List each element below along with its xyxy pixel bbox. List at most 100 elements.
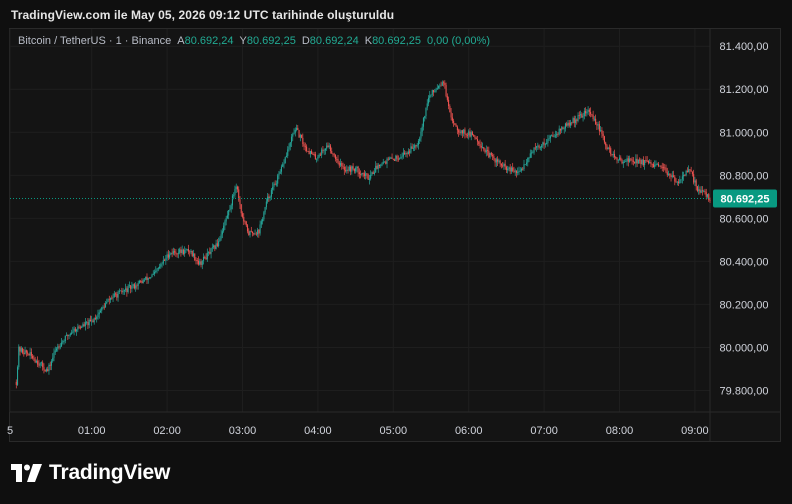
candle-body: [167, 254, 169, 258]
candle-body: [473, 134, 475, 137]
candle-body: [699, 189, 701, 193]
candle-body: [68, 334, 70, 337]
candle-body: [220, 234, 222, 239]
candle-body: [96, 317, 98, 319]
candle-body: [145, 276, 147, 280]
candle-body: [402, 152, 404, 157]
candle-body: [662, 167, 665, 169]
candle-body: [30, 352, 32, 356]
candle-body: [165, 258, 167, 261]
candle-body: [58, 346, 60, 348]
candle-body: [137, 282, 139, 286]
candle-body: [60, 342, 63, 347]
candle-body: [411, 146, 413, 149]
candle-body: [343, 166, 345, 171]
candle-body: [626, 158, 628, 162]
candle-body: [631, 159, 633, 161]
candle-body: [590, 111, 592, 115]
candle-body: [179, 249, 181, 253]
candle-body: [419, 138, 421, 141]
candle-body: [611, 154, 613, 156]
legend-symbol[interactable]: Bitcoin / TetherUS · 1 · Binance: [18, 35, 171, 47]
candle-body: [89, 319, 91, 322]
candle-body: [151, 274, 153, 278]
candle-body: [363, 173, 365, 177]
candle-body: [396, 155, 398, 159]
candle-body: [327, 145, 329, 148]
candle-body: [360, 174, 362, 175]
candle-body: [365, 173, 367, 177]
candle-body: [705, 192, 707, 197]
candle-body: [356, 166, 358, 169]
y-tick-label: 81.400,00: [720, 41, 769, 53]
candle-body: [667, 173, 670, 175]
candle-body: [443, 82, 445, 84]
candle-body: [485, 150, 487, 153]
candlestick-chart[interactable]: 80.692,25 81.400,00 81.200,00 81.000,00 80.…: [0, 0, 792, 504]
candle-body: [400, 157, 402, 159]
candle-body: [627, 158, 629, 162]
candle-body: [522, 168, 524, 170]
candle-body: [566, 123, 568, 126]
candle-body: [334, 155, 337, 159]
candle-body: [615, 157, 617, 158]
candle-body: [337, 159, 339, 163]
candle-body: [421, 126, 423, 132]
candle-body: [348, 166, 350, 171]
candle-body: [308, 150, 310, 155]
grid-layer: [9, 29, 780, 441]
candle-body: [563, 128, 565, 130]
candle-body: [694, 180, 696, 183]
candle-body: [259, 224, 261, 234]
y-tick-label: 80.800,00: [720, 170, 769, 182]
candle-body: [490, 152, 492, 156]
candle-body: [529, 153, 531, 158]
candle-body: [434, 91, 436, 93]
candle-body: [317, 156, 319, 159]
candle-body: [106, 301, 108, 304]
candle-body: [123, 290, 125, 292]
candle-body: [223, 225, 225, 232]
candle-body: [515, 170, 518, 173]
candle-body: [561, 127, 563, 131]
candle-body: [121, 290, 123, 293]
candle-body: [219, 238, 221, 242]
candle-body: [383, 161, 386, 163]
candle-body: [82, 324, 84, 328]
candle-body: [355, 168, 357, 172]
candle-body: [621, 159, 623, 164]
candle-body: [150, 277, 152, 278]
candle-body: [388, 158, 391, 160]
candle-body: [81, 327, 83, 329]
candle-body: [248, 231, 250, 236]
candle-body: [258, 229, 260, 234]
candle-body: [294, 129, 296, 133]
candle-body: [450, 112, 452, 118]
candle-body: [461, 130, 463, 134]
candle-body: [471, 132, 474, 135]
candle-body: [174, 251, 176, 253]
candle-body: [541, 145, 543, 148]
candle-body: [542, 142, 544, 146]
candle-body: [673, 175, 675, 177]
candle-body: [342, 165, 344, 167]
candle-body: [170, 252, 172, 255]
candle-body: [453, 120, 455, 124]
candle-body: [79, 327, 81, 329]
brand-logo[interactable]: TradingView: [11, 461, 170, 485]
candle-body: [588, 109, 590, 112]
candle-body: [344, 170, 347, 172]
candle-body: [112, 297, 114, 299]
candle-body: [111, 297, 113, 299]
candle-body: [507, 168, 509, 171]
candle-body: [117, 291, 119, 298]
candle-body: [202, 256, 205, 261]
candle-body: [644, 160, 646, 166]
candle-body: [16, 367, 19, 385]
candle-body: [307, 150, 309, 152]
candle-body: [333, 154, 335, 156]
candle-body: [538, 145, 540, 148]
candle-body: [422, 118, 425, 127]
candle-body: [409, 151, 411, 153]
candle-body: [152, 273, 154, 275]
